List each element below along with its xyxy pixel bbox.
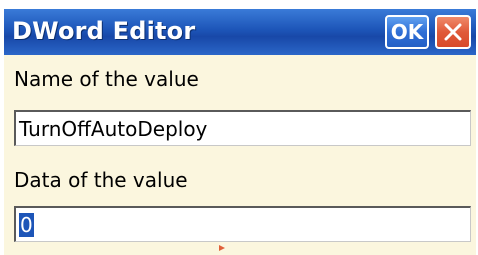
- value-name-label: Name of the value: [14, 67, 199, 91]
- value-data-label: Data of the value: [14, 168, 188, 192]
- window-title: DWord Editor: [12, 17, 196, 45]
- close-icon: [444, 23, 462, 41]
- value-name-text: TurnOffAutoDeploy: [19, 117, 208, 141]
- value-data-field[interactable]: 0: [14, 206, 471, 242]
- stray-cursor-mark: [219, 245, 225, 251]
- close-button[interactable]: [435, 15, 471, 49]
- editor-body: Name of the value TurnOffAutoDeploy Data…: [4, 55, 476, 255]
- title-bar: DWord Editor OK: [4, 9, 476, 55]
- value-name-field[interactable]: TurnOffAutoDeploy: [14, 110, 471, 146]
- ok-button[interactable]: OK: [385, 15, 429, 49]
- dword-editor-window: DWord Editor OK Name of the value TurnOf…: [0, 0, 478, 255]
- value-data-text: 0: [19, 213, 34, 237]
